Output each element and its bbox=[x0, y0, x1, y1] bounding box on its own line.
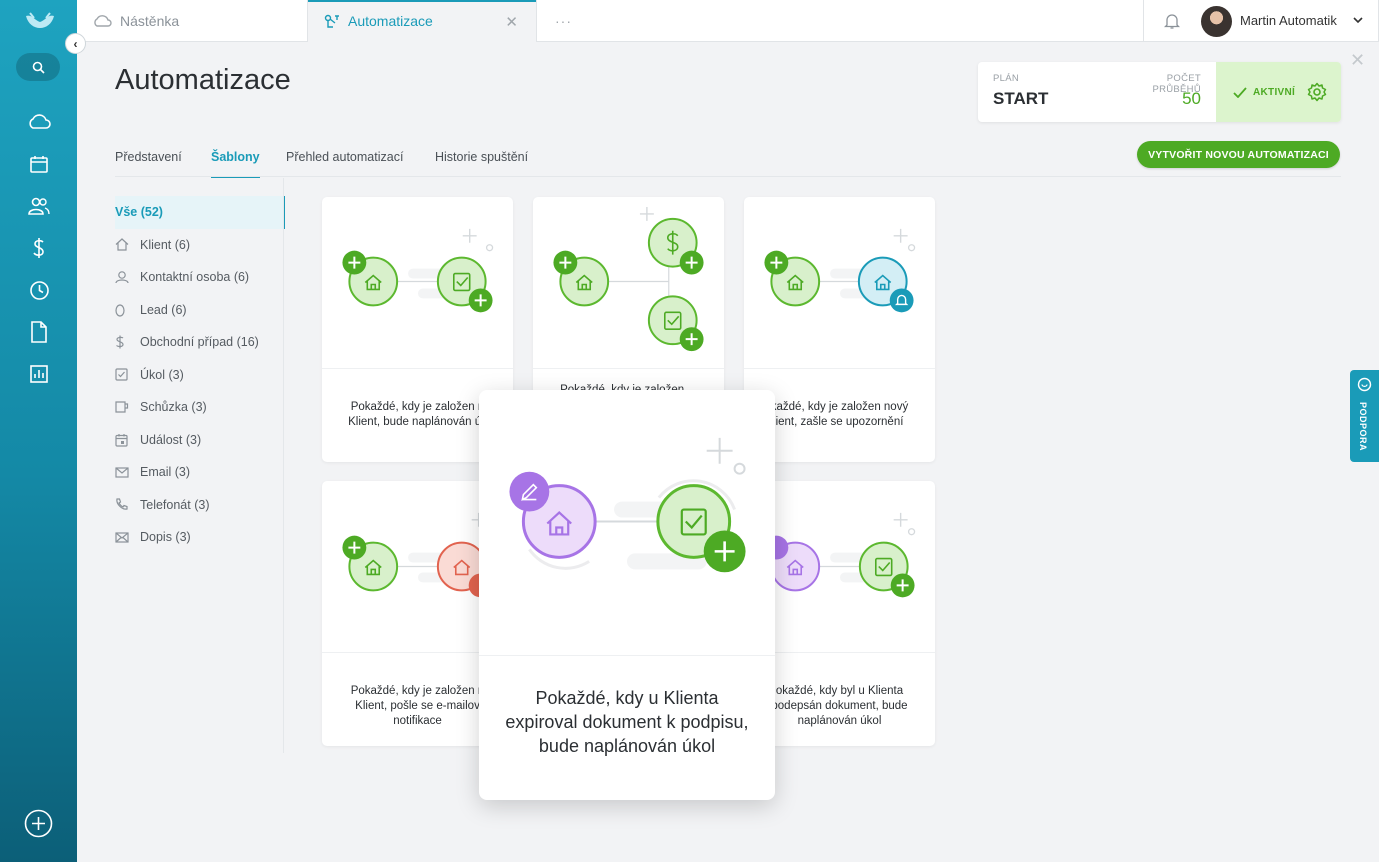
card-text: okaždé, kdy byl u Klienta podepsán dokum… bbox=[771, 685, 908, 727]
nav-dashboard[interactable] bbox=[22, 105, 56, 139]
document-icon bbox=[31, 321, 47, 343]
filter-label: Dopis (3) bbox=[140, 530, 191, 545]
bell-icon[interactable] bbox=[1164, 12, 1180, 30]
filter-list: Vše (52) Klient (6) Kontaktní osoba (6) … bbox=[115, 196, 285, 554]
chat-icon bbox=[1357, 377, 1372, 392]
left-rail: ‹ bbox=[0, 0, 86, 862]
plan-value: START bbox=[993, 89, 1049, 108]
support-tab[interactable]: PODPORA bbox=[1350, 370, 1379, 462]
filter-client[interactable]: Klient (6) bbox=[115, 229, 284, 262]
user-name[interactable]: Martin Automatik bbox=[1240, 13, 1337, 28]
tab-dashboard[interactable]: Nástěnka bbox=[77, 0, 307, 42]
chevron-down-icon[interactable] bbox=[1353, 13, 1363, 27]
dollar-icon bbox=[116, 335, 124, 349]
top-bar: Nástěnka Automatizace ✕ ··· Martin Autom… bbox=[77, 0, 1379, 42]
filter-lead[interactable]: Lead (6) bbox=[115, 294, 284, 327]
nav-deals[interactable] bbox=[22, 231, 56, 265]
people-icon bbox=[28, 197, 50, 215]
filter-email[interactable]: Email (3) bbox=[115, 456, 284, 489]
robot-icon bbox=[324, 14, 339, 28]
active-tab-indicator bbox=[308, 0, 536, 2]
person-icon bbox=[115, 271, 129, 284]
nav-contacts[interactable] bbox=[22, 189, 56, 223]
close-panel-icon[interactable]: ✕ bbox=[1350, 50, 1365, 71]
more-tabs-button[interactable]: ··· bbox=[555, 0, 575, 42]
status-badge[interactable]: AKTIVNÍ bbox=[1216, 62, 1341, 122]
filter-label: Klient (6) bbox=[140, 237, 191, 252]
letter-icon bbox=[115, 532, 129, 543]
filter-label: Schůzka (3) bbox=[140, 400, 207, 415]
calendar-icon bbox=[115, 433, 128, 447]
support-label: PODPORA bbox=[1358, 402, 1368, 452]
filter-label: Vše (52) bbox=[115, 205, 163, 220]
card-illustration bbox=[479, 437, 775, 656]
nav-calendar[interactable] bbox=[22, 147, 56, 181]
filter-event[interactable]: Událost (3) bbox=[115, 424, 284, 457]
card-illustration bbox=[744, 228, 935, 369]
egg-icon bbox=[115, 304, 125, 317]
filter-label: Email (3) bbox=[140, 465, 191, 480]
page-title: Automatizace bbox=[115, 64, 291, 96]
gear-icon[interactable] bbox=[1307, 82, 1327, 102]
tab-dashboard-label: Nástěnka bbox=[120, 13, 180, 29]
filter-task[interactable]: Úkol (3) bbox=[115, 359, 284, 392]
featured-card-text: Pokaždé, kdy u Klienta expiroval dokumen… bbox=[505, 688, 749, 756]
logo-icon[interactable] bbox=[24, 10, 56, 32]
nav-reports[interactable] bbox=[22, 357, 56, 391]
filter-label: Událost (3) bbox=[140, 432, 202, 447]
avatar[interactable] bbox=[1201, 6, 1232, 37]
filter-label: Telefonát (3) bbox=[140, 497, 210, 512]
featured-template-card[interactable]: Pokaždé, kdy u Klienta expiroval dokumen… bbox=[479, 390, 775, 800]
filter-divider bbox=[283, 178, 284, 753]
runs-value: 50 bbox=[1182, 89, 1201, 108]
create-automation-button[interactable]: VYTVOŘIT NOVOU AUTOMATIZACI bbox=[1137, 141, 1340, 168]
mail-icon bbox=[115, 467, 129, 478]
filter-deal[interactable]: Obchodní případ (16) bbox=[115, 326, 284, 359]
status-label: AKTIVNÍ bbox=[1253, 86, 1296, 98]
filter-label: Úkol (3) bbox=[140, 367, 184, 382]
filter-letter[interactable]: Dopis (3) bbox=[115, 521, 284, 554]
filter-label: Kontaktní osoba (6) bbox=[140, 270, 250, 285]
clock-icon bbox=[29, 280, 49, 300]
tab-introduction[interactable]: Představení bbox=[115, 150, 182, 178]
dollar-icon bbox=[33, 238, 44, 258]
nav-documents[interactable] bbox=[22, 315, 56, 349]
add-icon[interactable] bbox=[24, 809, 53, 838]
check-icon bbox=[1233, 86, 1247, 98]
filter-contact[interactable]: Kontaktní osoba (6) bbox=[115, 261, 284, 294]
collapse-rail-button[interactable]: ‹ bbox=[65, 33, 86, 54]
search-button[interactable] bbox=[16, 53, 60, 81]
cup-icon bbox=[115, 401, 129, 413]
cloud-icon bbox=[94, 15, 112, 27]
phone-icon bbox=[116, 498, 128, 510]
task-icon bbox=[115, 368, 128, 381]
tab-automation[interactable]: Automatizace ✕ bbox=[307, 0, 537, 42]
home-icon bbox=[115, 238, 129, 251]
search-icon bbox=[32, 61, 45, 74]
cloud-icon bbox=[29, 114, 51, 129]
filter-label: Lead (6) bbox=[140, 302, 187, 317]
card-illustration bbox=[322, 228, 513, 369]
tab-history[interactable]: Historie spuštění bbox=[435, 150, 528, 178]
tab-templates[interactable]: Šablony bbox=[211, 150, 260, 178]
plan-box: PLÁN START POČET PRŮBĚHŮ 50 AKTIVNÍ bbox=[978, 62, 1341, 122]
chart-icon bbox=[30, 365, 48, 383]
user-area: Martin Automatik bbox=[1143, 0, 1379, 42]
filter-meeting[interactable]: Schůzka (3) bbox=[115, 391, 284, 424]
tab-automation-label: Automatizace bbox=[348, 13, 433, 29]
plan-label: PLÁN bbox=[993, 73, 1020, 84]
divider bbox=[115, 176, 1341, 177]
filter-label: Obchodní případ (16) bbox=[140, 335, 259, 350]
close-tab-icon[interactable]: ✕ bbox=[505, 13, 518, 31]
card-text: každé, kdy je založen nový ient, zašle s… bbox=[770, 401, 909, 428]
card-illustration bbox=[533, 206, 724, 369]
filter-all[interactable]: Vše (52) bbox=[115, 196, 285, 229]
tab-overview[interactable]: Přehled automatizací bbox=[286, 150, 403, 178]
nav-activities[interactable] bbox=[22, 273, 56, 307]
calendar-icon bbox=[30, 156, 48, 173]
filter-phone[interactable]: Telefonát (3) bbox=[115, 489, 284, 522]
